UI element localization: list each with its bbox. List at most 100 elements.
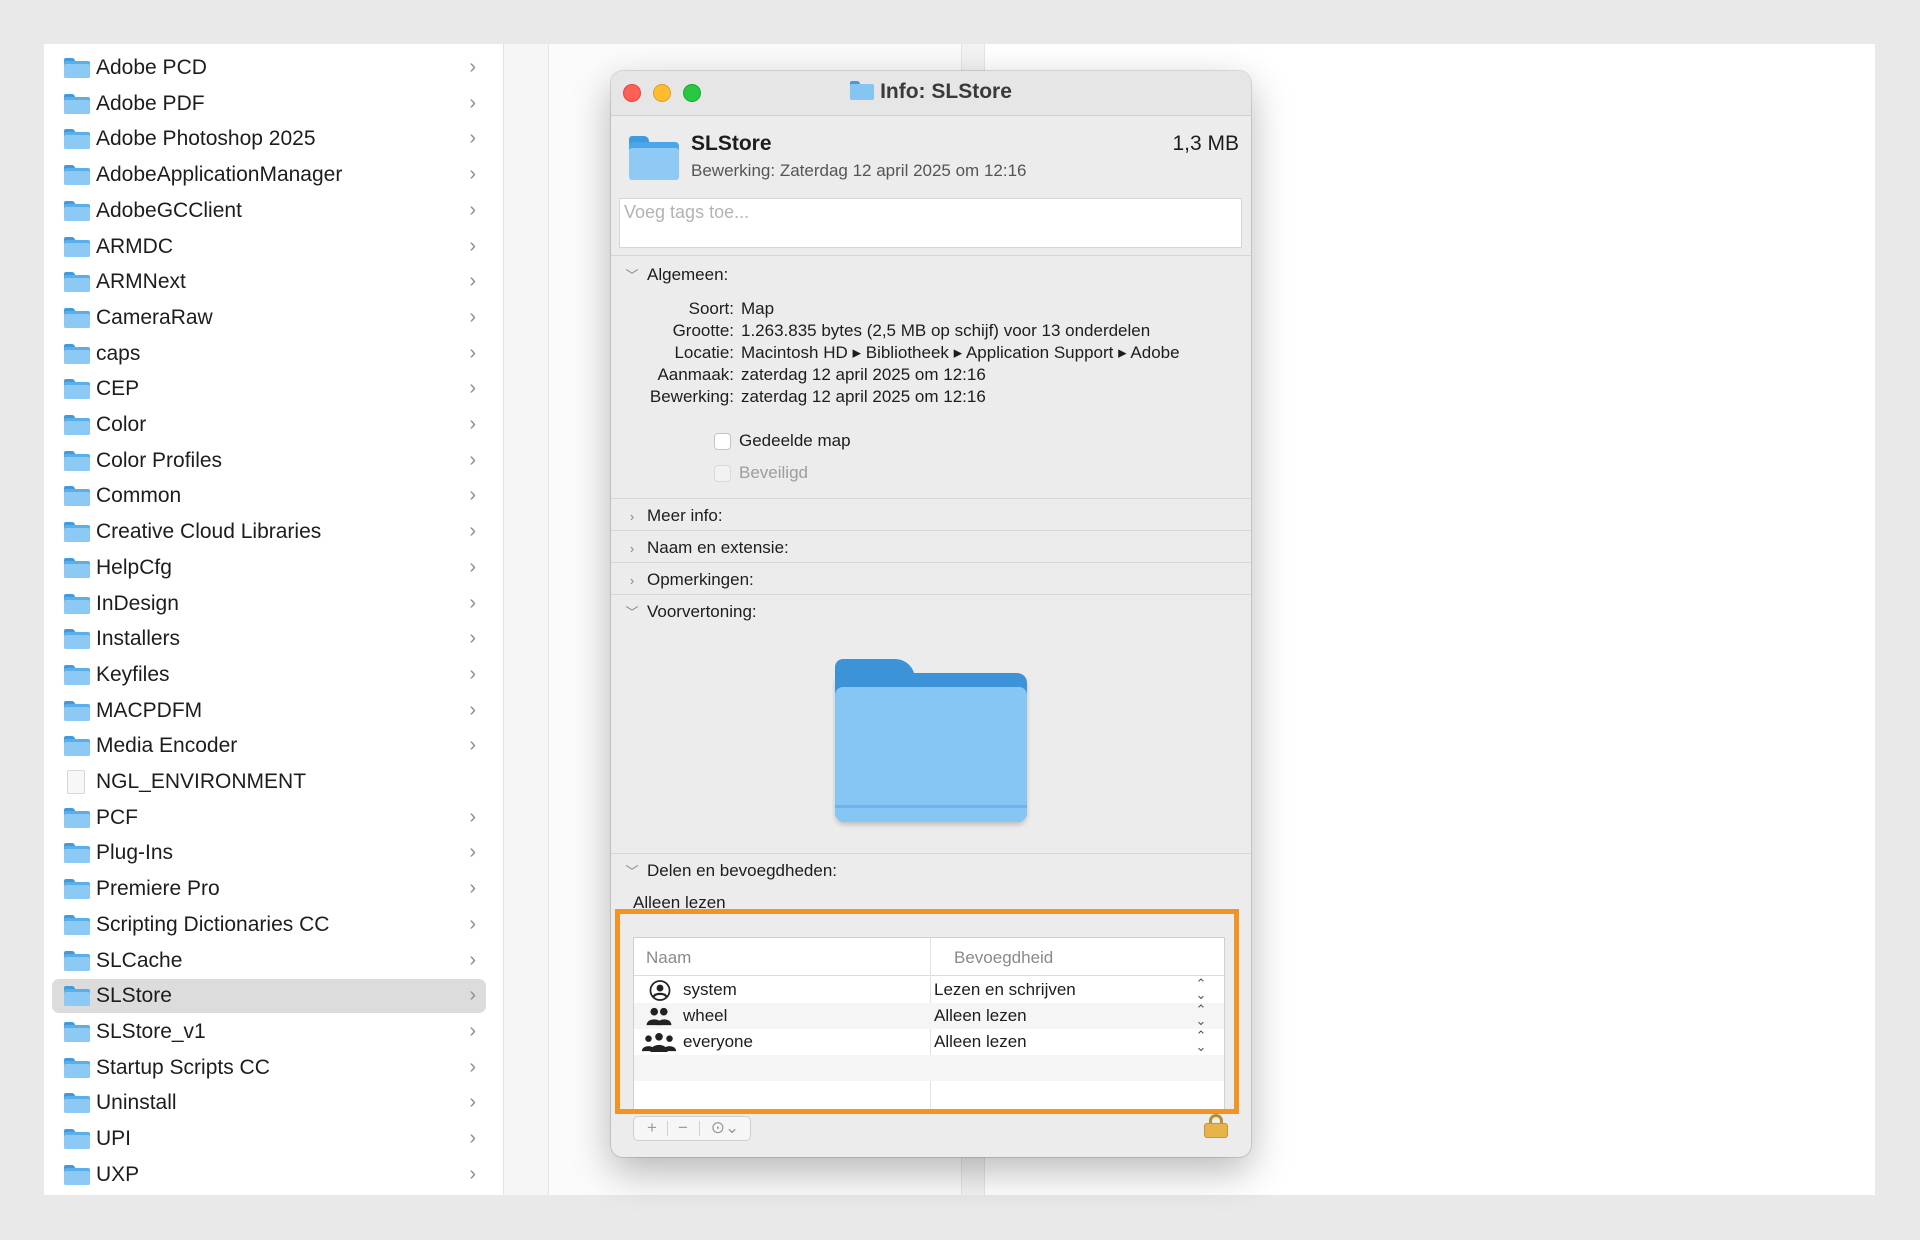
finder-item[interactable]: ARMNext › — [52, 265, 486, 299]
section-name-extension-label: Naam en extensie: — [647, 538, 789, 557]
finder-item[interactable]: CameraRaw › — [52, 301, 486, 335]
finder-item[interactable]: Keyfiles › — [52, 658, 486, 692]
folder-icon — [64, 664, 90, 685]
divider — [611, 594, 1251, 595]
remove-button[interactable]: − — [668, 1118, 698, 1138]
folder-icon — [64, 1129, 90, 1149]
finder-item-label: UXP — [96, 1162, 140, 1186]
finder-item[interactable]: Adobe Photoshop 2025 › — [52, 122, 486, 156]
finder-item-label: Color Profiles — [96, 448, 223, 472]
finder-item-label: CEP — [96, 377, 140, 401]
divider — [611, 530, 1251, 531]
section-preview[interactable]: ﹀ Voorvertoning: — [625, 602, 756, 622]
finder-item[interactable]: AdobeApplicationManager › — [52, 158, 486, 192]
stepper-icon[interactable]: ⌃ ⌄ — [1195, 1003, 1207, 1027]
finder-item[interactable]: Uninstall › — [52, 1086, 486, 1120]
chevron-right-icon: › — [469, 520, 476, 543]
section-comments[interactable]: › Opmerkingen: — [625, 570, 754, 590]
principal-name: wheel — [683, 1006, 728, 1025]
finder-item[interactable]: CEP › — [52, 372, 486, 406]
section-more-info[interactable]: › Meer info: — [625, 506, 723, 526]
finder-item[interactable]: Common › — [52, 479, 486, 513]
finder-item[interactable]: HelpCfg › — [52, 551, 486, 585]
tags-field[interactable]: Voeg tags toe... — [619, 198, 1242, 248]
finder-item[interactable]: UPI › — [52, 1122, 486, 1156]
finder-item[interactable]: NGL_ENVIRONMENT — [52, 765, 486, 799]
lock-icon[interactable] — [1204, 1114, 1228, 1138]
table-row-empty — [634, 1055, 1224, 1081]
window-title-text: Info: SLStore — [880, 80, 1012, 103]
finder-item-label: Installers — [96, 627, 181, 651]
chevron-right-icon: › — [469, 627, 476, 650]
table-row[interactable]: wheel Alleen lezen ⌃ ⌄ — [634, 1003, 1224, 1029]
chevron-right-icon: › — [469, 591, 476, 614]
finder-item[interactable]: InDesign › — [52, 587, 486, 621]
finder-item[interactable]: AdobeGCClient › — [52, 194, 486, 228]
finder-item-label: SLCache — [96, 948, 183, 972]
finder-item-label: ARMDC — [96, 234, 173, 258]
finder-item[interactable]: Scripting Dictionaries CC › — [52, 908, 486, 942]
stepper-icon[interactable]: ⌃ ⌄ — [1195, 1029, 1207, 1053]
chevron-right-icon: › — [469, 1127, 476, 1149]
document-icon — [67, 770, 85, 794]
finder-item[interactable]: ARMDC › — [52, 230, 486, 264]
finder-item[interactable]: Color › — [52, 408, 486, 442]
finder-item[interactable]: UXP › — [52, 1158, 486, 1192]
table-row[interactable]: system Lezen en schrijven ⌃ ⌄ — [634, 977, 1224, 1003]
finder-item[interactable]: SLCache › — [52, 944, 486, 978]
finder-item-label: Scripting Dictionaries CC — [96, 912, 330, 936]
folder-icon — [64, 700, 90, 721]
table-row[interactable]: everyone Alleen lezen ⌃ ⌄ — [634, 1029, 1224, 1055]
finder-item[interactable]: caps › — [52, 337, 486, 371]
section-sharing[interactable]: ﹀ Delen en bevoegdheden: — [625, 861, 837, 881]
location-value: Macintosh HD ▸ Bibliotheek ▸ Application… — [741, 343, 1180, 362]
finder-item[interactable]: Premiere Pro › — [52, 872, 486, 906]
chevron-right-icon: › — [629, 509, 635, 524]
finder-item[interactable]: Adobe PCD › — [52, 51, 486, 85]
chevron-right-icon: › — [469, 1162, 476, 1185]
finder-item[interactable]: Creative Cloud Libraries › — [52, 515, 486, 549]
finder-item-label: Startup Scripts CC — [96, 1055, 270, 1079]
locked-label: Beveiligd — [739, 463, 808, 482]
column-header-permission[interactable]: Bevoegdheid — [954, 948, 1053, 968]
finder-item[interactable]: MACPDFM › — [52, 694, 486, 728]
finder-item[interactable]: Color Profiles › — [52, 444, 486, 478]
finder-item-label: AdobeGCClient — [96, 198, 242, 222]
add-button[interactable]: + — [637, 1118, 667, 1138]
permission-select[interactable]: Alleen lezen — [934, 1032, 1027, 1052]
shared-folder-checkbox[interactable] — [714, 433, 731, 450]
section-general[interactable]: ﹀ Algemeen: — [625, 265, 728, 285]
finder-item[interactable]: Media Encoder › — [52, 729, 486, 763]
permission-select[interactable]: Lezen en schrijven — [934, 980, 1076, 1000]
divider — [699, 1121, 700, 1136]
item-modified: Bewerking: Zaterdag 12 april 2025 om 12:… — [691, 161, 1027, 180]
stepper-icon[interactable]: ⌃ ⌄ — [1195, 977, 1207, 1001]
folder-icon — [64, 1057, 90, 1078]
folder-icon — [64, 343, 90, 364]
chevron-right-icon: › — [469, 270, 476, 293]
finder-item[interactable]: Adobe PDF › — [52, 87, 486, 121]
finder-item-label: Adobe PCD — [96, 56, 207, 79]
section-name-extension[interactable]: › Naam en extensie: — [625, 538, 789, 558]
finder-item-label: AdobeApplicationManager — [96, 163, 343, 187]
section-general-label: Algemeen: — [647, 265, 729, 284]
finder-item[interactable]: Plug-Ins › — [52, 836, 486, 870]
finder-item[interactable]: Startup Scripts CC › — [52, 1051, 486, 1085]
permissions-table: Naam Bevoegdheid system Lezen en schrijv… — [633, 937, 1225, 1111]
finder-item[interactable]: PCF › — [52, 801, 486, 835]
everyone-icon — [641, 1032, 677, 1053]
finder-item-label: UPI — [96, 1127, 132, 1150]
size-value: 1.263.835 bytes (2,5 MB op schijf) voor … — [741, 321, 1151, 340]
finder-item[interactable]: Installers › — [52, 622, 486, 656]
title-bar[interactable]: Info: SLStore — [611, 71, 1251, 116]
column-header-name[interactable]: Naam — [646, 948, 691, 968]
chevron-right-icon: › — [469, 484, 476, 507]
permission-select[interactable]: Alleen lezen — [934, 1006, 1027, 1026]
chevron-right-icon: › — [469, 1019, 476, 1042]
action-menu-button[interactable]: ⊙⌄ — [704, 1118, 746, 1138]
folder-icon — [64, 736, 90, 757]
finder-item[interactable]: SLStore › — [52, 979, 486, 1014]
finder-item[interactable]: SLStore_v1 › — [52, 1015, 486, 1049]
table-header: Naam Bevoegdheid — [634, 938, 1224, 976]
preview-folder-icon — [835, 659, 1027, 822]
